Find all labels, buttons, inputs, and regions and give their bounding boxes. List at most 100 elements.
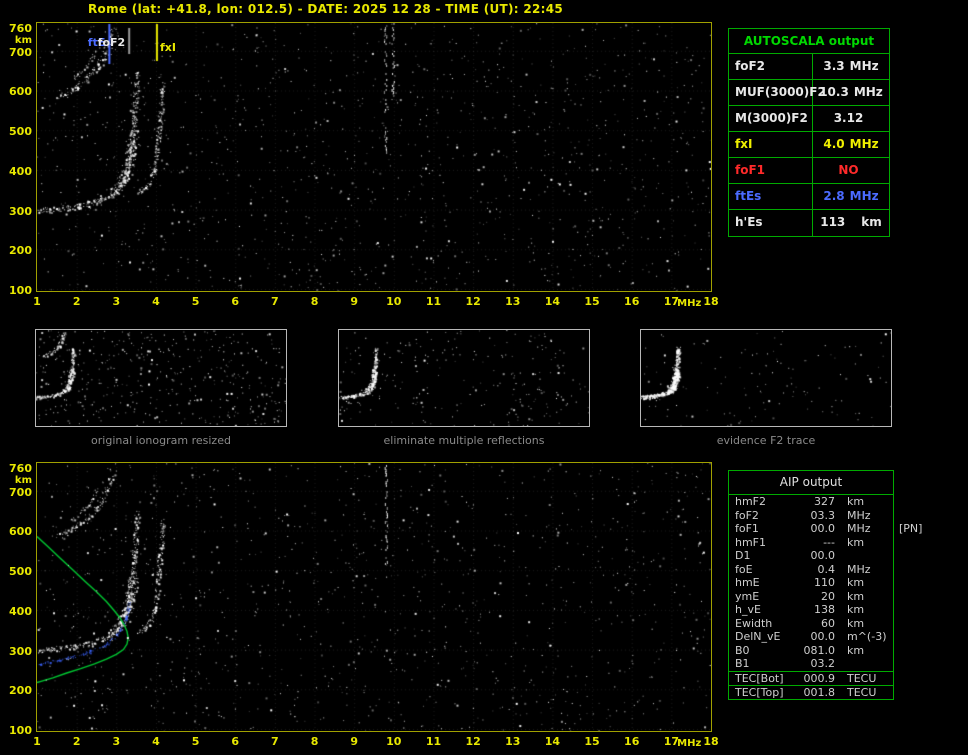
thumbnail-original: original ionogram resized [35,329,287,447]
thumbnail-original-frame [35,329,287,427]
aip-row-ymE: ymE 20 km [735,589,865,603]
aip-row-TEC-bot: TEC[Bot] 000.9 TECU [729,670,893,685]
x-tick-label: 7 [271,735,279,748]
row-label: foF1 [729,158,813,183]
thumbnail-f2-trace: evidence F2 trace [640,329,892,447]
autoscala-output-table: AUTOSCALA output foF2 3.3 MHz MUF(3000)F2… [728,28,890,237]
x-tick-label: 16 [624,295,640,308]
y-axis-unit-label: km [14,474,32,486]
x-tick-label: 4 [152,735,160,748]
aip-row-Ewidth: Ewidth 60 km [735,616,865,630]
aip-row-hmF1: hmF1 --- km [735,535,865,549]
y-tick-label: 100 [9,724,32,737]
y-tick-label: 400 [9,164,32,178]
row-value: 10.3 MHz [819,85,883,99]
fxI-marker-label: fxI [159,41,176,54]
y-tick-label: 760 [9,21,32,35]
x-tick-label: 11 [425,295,442,308]
autoscala-table-title: AUTOSCALA output [729,29,889,54]
y-tick-label: 760 [9,461,32,475]
y-tick-label: 200 [9,244,32,258]
y-tick-label: 500 [9,565,32,579]
row-value: 113 km [820,215,882,229]
x-tick-label: 5 [191,295,200,308]
thumbnail-no-multiples: eliminate multiple reflections [338,329,590,447]
y-tick-label: 200 [9,684,32,698]
page-title: Rome (lat: +41.8, lon: 012.5) - DATE: 20… [88,2,564,16]
row-value: NO [838,163,859,177]
x-tick-label: 14 [544,295,561,308]
x-tick-label: 11 [425,735,442,748]
row-value: 2.8 MHz [823,189,879,203]
thumbnail-no-multiples-caption: eliminate multiple reflections [383,434,545,447]
aip-foF1-note: [PN] [899,522,923,535]
x-tick-label: 4 [152,295,160,308]
row-label: ftEs [729,184,813,209]
autoscala-window: Rome (lat: +41.8, lon: 012.5) - DATE: 20… [0,0,968,755]
x-tick-label: 8 [310,295,319,308]
x-tick-label: 8 [310,735,319,748]
y-tick-label: 600 [9,525,32,539]
autoscala-row-fxI: fxI 4.0 MHz [729,132,889,158]
aip-row-B1: B1 03.2 [735,657,835,670]
x-tick-label: 7 [271,295,279,308]
aip-row-TEC-top: TEC[Top] 001.8 TECU [729,684,893,699]
x-tick-label: 10 [386,735,402,748]
y-tick-label: 300 [9,644,32,658]
x-tick-label: 13 [505,295,521,308]
autoscala-row-foF2: foF2 3.3 MHz [729,54,889,80]
y-tick-label: 100 [9,284,32,297]
row-label: MUF(3000)F2 [729,80,826,105]
row-label: M(3000)F2 [729,106,813,131]
x-tick-label: 12 [465,735,481,748]
aip-row-hvE: h_vE 138 km [735,603,865,616]
row-value: 3.12 [833,111,864,125]
x-axis-unit-label: MHz [677,738,702,749]
thumbnail-f2-trace-caption: evidence F2 trace [716,434,816,447]
x-tick-label: 16 [624,735,640,748]
row-value: 4.0 MHz [823,137,879,151]
x-tick-label: 18 [703,735,719,748]
thumbnail-original-canvas [36,330,286,426]
x-axis-unit-label: MHz [677,298,702,309]
aip-output-table: AIP output hmF2 327 km foF2 03.3 MHz foF1 00.… [728,470,894,700]
aip-row-DelN-vE: DelN_vE 00.0 m^(-3) [735,630,887,643]
row-value: 3.3 MHz [823,59,879,73]
x-tick-label: 14 [544,735,561,748]
aip-row-hmE: hmE 110 km [735,576,865,589]
autoscala-row-M3000F2: M(3000)F2 3.12 [729,106,889,132]
restored-ionogram-plot [36,462,712,732]
aip-row-foF2: foF2 03.3 MHz [735,508,871,522]
y-tick-label: 700 [9,485,32,499]
restored-ionogram-canvas [37,463,711,731]
row-label: fxI [729,132,813,157]
row-label: h'Es [729,210,813,236]
aip-row-foE: foE 0.4 MHz [735,562,871,576]
x-tick-label: 5 [191,735,200,748]
autoscala-row-foF1: foF1 NO [729,158,889,184]
y-tick-label: 600 [9,85,32,99]
thumbnail-f2-trace-frame [640,329,892,427]
foF2-marker-label: foF2 [97,36,126,49]
y-tick-label: 300 [9,204,32,218]
y-tick-label: 700 [9,45,32,59]
aip-row-foF1: foF1 00.0 MHz [735,522,871,535]
x-tick-label: 2 [72,295,81,308]
x-tick-label: 2 [72,735,81,748]
x-tick-label: 6 [231,295,240,308]
main-ionogram-canvas [37,23,711,291]
autoscala-row-MUF3000F2: MUF(3000)F2 10.3 MHz [729,80,889,106]
thumbnail-original-caption: original ionogram resized [91,434,231,447]
aip-row-B0: B0 081.0 km [735,643,865,657]
x-tick-label: 12 [465,295,481,308]
x-tick-label: 15 [584,735,600,748]
x-tick-label: 9 [350,295,358,308]
aip-table-title: AIP output [729,471,893,495]
x-tick-label: 13 [505,735,521,748]
x-tick-label: 6 [231,735,240,748]
thumbnail-no-multiples-frame [338,329,590,427]
x-tick-label: 10 [386,295,402,308]
row-label: foF2 [729,54,813,79]
x-tick-label: 3 [112,735,121,748]
aip-row-D1: D1 00.0 [735,549,835,562]
